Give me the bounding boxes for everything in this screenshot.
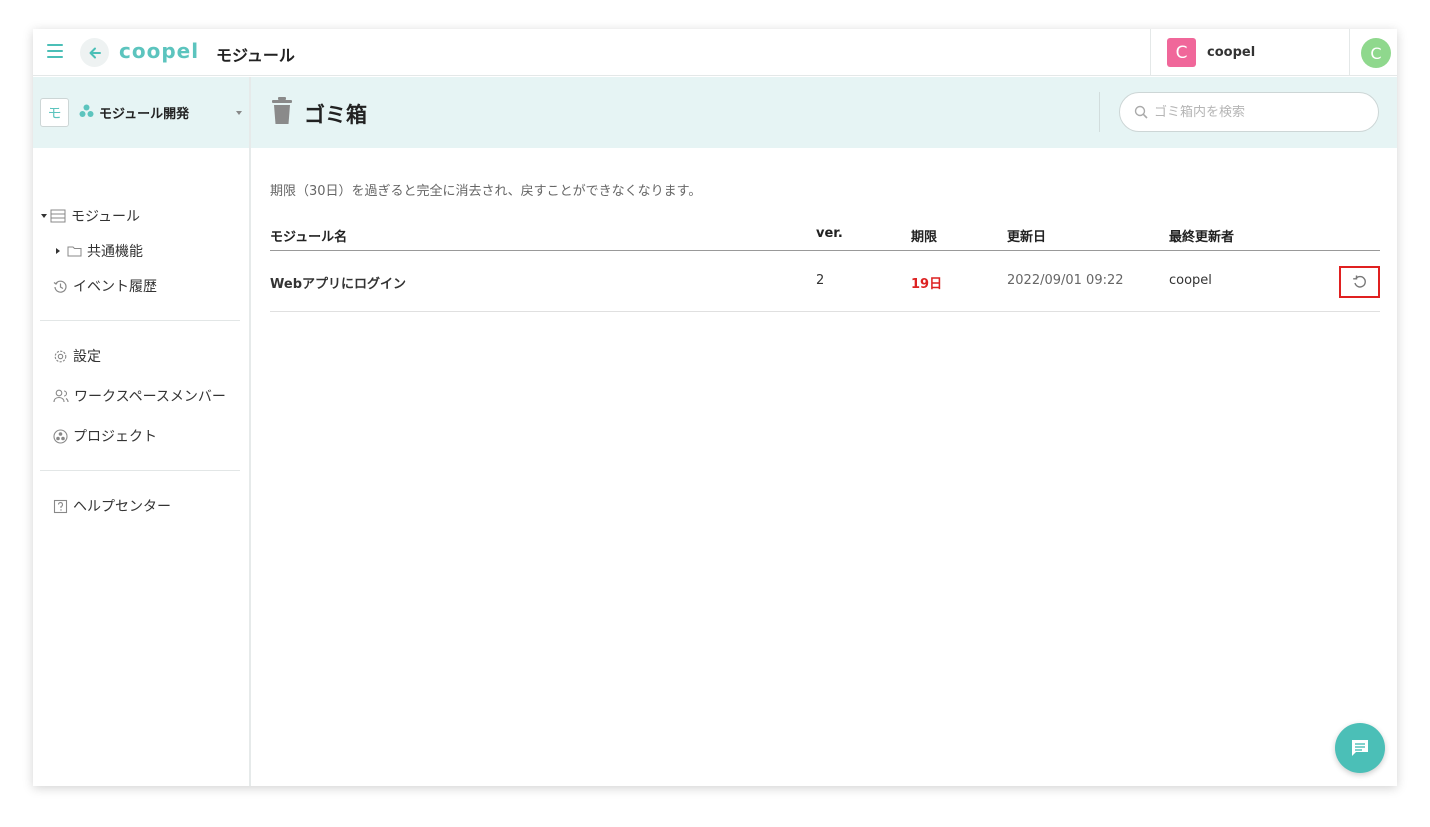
workspace-badge: モ [40,98,69,127]
expiry-notice: 期限（30日）を過ぎると完全に消去され、戻すことができなくなります。 [270,184,702,199]
history-icon [53,279,68,294]
help-icon [53,499,68,514]
sidebar-item-label: 設定 [73,349,101,365]
chat-icon [1352,740,1368,756]
sidebar-item-label: 共通機能 [87,244,143,260]
trash-icon [271,97,293,129]
table-header: モジュール名 ver. 期限 更新日 最終更新者 [270,222,1380,251]
search-input[interactable] [1154,104,1354,120]
sidebar-item-label: イベント履歴 [73,279,157,295]
updated-date: 2022/09/01 09:22 [1007,273,1124,288]
module-list-icon [50,209,66,223]
coopel-logo[interactable]: coopel [119,39,199,63]
project-icon [53,428,68,444]
title-bar: ゴミ箱 [251,77,1397,148]
restore-icon [1352,275,1366,288]
module-ver: 2 [816,273,825,288]
title-separator [1099,92,1100,132]
user-avatar: C [1167,38,1196,67]
module-name: Webアプリにログイン [270,277,406,292]
updater-name: coopel [1169,273,1212,288]
sidebar-item-label: プロジェクト [73,429,157,445]
sidebar-item-common[interactable]: 共通機能 [56,241,143,261]
workspace-name: モジュール開発 [99,107,190,122]
workspace-icon [79,104,94,122]
col-updated[interactable]: 更新日 [1007,226,1046,245]
sidebar-item-history[interactable]: イベント履歴 [53,276,157,296]
sidebar-item-help[interactable]: ヘルプセンター [53,496,171,516]
users-icon [53,389,69,403]
col-name[interactable]: モジュール名 [270,226,347,245]
caret-down-icon[interactable] [41,214,47,218]
sidebar-item-settings[interactable]: 設定 [53,346,101,366]
sidebar-divider [40,320,240,321]
col-expire[interactable]: 期限 [911,226,937,245]
main-content: ゴミ箱 期限（30日）を過ぎると完全に消去され、戻すことができなくなります。 モ… [251,77,1397,786]
search-icon [1134,105,1148,119]
gear-icon [53,349,68,364]
col-updater[interactable]: 最終更新者 [1169,226,1234,245]
sidebar-item-label: ヘルプセンター [73,499,171,515]
user-name: coopel [1207,45,1256,60]
trash-table: モジュール名 ver. 期限 更新日 最終更新者 Webアプリにログイン 2 1… [270,222,1380,312]
header-title: モジュール [216,46,295,65]
page-title: ゴミ箱 [304,103,367,127]
account-avatar[interactable]: C [1361,38,1391,68]
restore-button[interactable] [1339,266,1380,298]
sidebar-item-label: モジュール [71,209,141,225]
caret-right-icon[interactable] [56,248,60,254]
back-button[interactable] [80,38,109,67]
app-window: coopel モジュール C coopel C モ モジュール開発 モジュール … [33,29,1397,786]
sidebar: モ モジュール開発 モジュール 共通機能 イベント履歴 設定 ワークスペースメン… [33,77,251,786]
workspace-selector[interactable]: モ モジュール開発 [33,77,249,148]
folder-icon [67,245,82,257]
sidebar-item-projects[interactable]: プロジェクト [53,426,157,446]
col-ver[interactable]: ver. [816,226,843,241]
top-header: coopel モジュール C coopel C [33,29,1397,76]
sidebar-item-members[interactable]: ワークスペースメンバー [53,386,226,406]
search-box[interactable] [1119,92,1379,132]
arrow-left-icon [89,47,101,58]
table-row[interactable]: Webアプリにログイン 2 19日 2022/09/01 09:22 coope… [270,251,1380,312]
expire-days: 19日 [911,277,943,292]
menu-icon[interactable] [47,44,63,60]
sidebar-item-label: ワークスペースメンバー [74,389,226,405]
user-switcher[interactable]: C coopel [1150,29,1350,76]
sidebar-divider [40,470,240,471]
chevron-down-icon[interactable] [236,111,242,115]
sidebar-item-modules[interactable]: モジュール [41,206,140,226]
chat-button[interactable] [1335,723,1385,773]
